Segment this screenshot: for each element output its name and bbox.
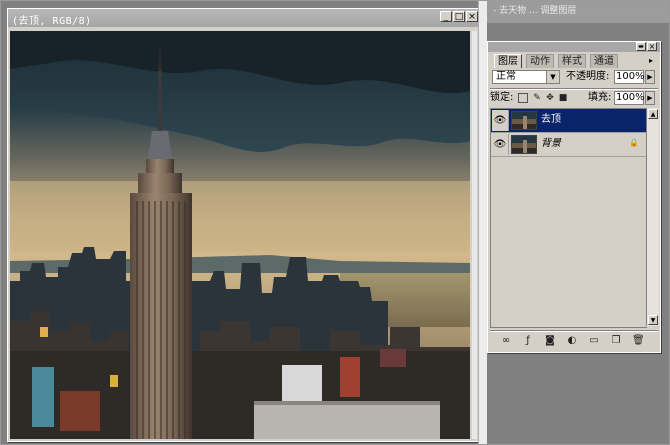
document-scrollbar[interactable] (472, 31, 477, 439)
scroll-up-icon[interactable]: ▲ (648, 109, 658, 119)
lock-fill-row: 锁定: ✎ ✥ ■ 填充: 100% ▶ (490, 91, 658, 107)
divider (490, 88, 658, 90)
tab-styles[interactable]: 样式 (558, 54, 586, 68)
layer-thumbnail (511, 111, 537, 130)
palette-bottom-bar: ∞ ƒ ◙ ◐ ▭ ❐ 🗑 (490, 334, 658, 348)
palette-window-buttons: ▬ × (636, 42, 657, 51)
eye-icon[interactable]: 👁 (492, 134, 509, 155)
blend-opacity-row: 正常 ▼ 不透明度: 100% ▶ (490, 70, 658, 86)
workspace-scrollbar[interactable] (478, 1, 487, 444)
image-canvas[interactable] (10, 31, 470, 439)
mask-icon[interactable]: ◙ (544, 335, 556, 347)
lock-transparency-icon[interactable] (518, 93, 528, 103)
palette-minimize-button[interactable]: ▬ (636, 42, 646, 51)
blend-mode-value: 正常 (496, 71, 516, 82)
tab-layers[interactable]: 图层 (494, 54, 522, 68)
layer-thumbnail (511, 135, 537, 154)
tab-channels[interactable]: 通道 (590, 54, 618, 68)
maximize-button[interactable]: □ (453, 11, 465, 22)
scroll-down-icon[interactable]: ▼ (648, 315, 658, 325)
fill-arrow-icon[interactable]: ▶ (645, 91, 655, 105)
app-frame: (去顶, RGB/8) _ □ × - 去天物 ... 调整图层 ▬ × 图层 … (0, 0, 670, 445)
document-window-buttons: _ □ × (440, 11, 478, 22)
city-skyline-photo (10, 31, 470, 439)
link-icon[interactable]: ∞ (500, 335, 512, 347)
tab-actions[interactable]: 动作 (526, 54, 554, 68)
top-strip-text: - 去天物 ... 调整图层 (493, 6, 577, 16)
divider (490, 330, 658, 332)
palette-titlebar[interactable]: ▬ × (488, 42, 660, 52)
lock-icon: 🔒 (629, 138, 639, 147)
chevron-down-icon: ▼ (546, 71, 559, 83)
palette-menu-icon[interactable]: ▸ (646, 56, 656, 66)
top-panel-strip: - 去天物 ... 调整图层 (487, 1, 669, 23)
trash-icon[interactable]: 🗑 (632, 335, 645, 347)
layer-name: 去顶 (541, 114, 561, 125)
folder-icon[interactable]: ▭ (588, 335, 600, 347)
move-icon[interactable]: ✥ (545, 93, 555, 103)
layers-scrollbar[interactable]: ▲ ▼ (646, 108, 659, 326)
layer-row-bei-jing[interactable]: 👁 背景 🔒 (491, 133, 647, 157)
fill-label: 填充: (588, 92, 612, 103)
new-layer-icon[interactable]: ❐ (610, 335, 622, 347)
document-window: (去顶, RGB/8) _ □ × (7, 8, 479, 442)
document-titlebar[interactable]: (去顶, RGB/8) _ □ × (8, 9, 478, 27)
layer-row-qu-ding[interactable]: 👁 去顶 (491, 109, 647, 133)
opacity-arrow-icon[interactable]: ▶ (645, 70, 655, 84)
eye-icon[interactable]: 👁 (492, 110, 509, 131)
lock-label: 锁定: (490, 92, 514, 103)
lock-icon[interactable]: ■ (558, 93, 568, 103)
brush-icon[interactable]: ✎ (532, 93, 542, 103)
opacity-label: 不透明度: (566, 71, 610, 82)
layer-name: 背景 (541, 138, 561, 149)
blend-mode-select[interactable]: 正常 ▼ (492, 70, 560, 84)
opacity-input[interactable]: 100% (614, 70, 645, 84)
document-title: (去顶, RGB/8) (12, 16, 92, 27)
adjustment-icon[interactable]: ◐ (566, 335, 578, 347)
palette-close-button[interactable]: × (647, 42, 657, 51)
layer-style-icon[interactable]: ƒ (522, 335, 534, 347)
layers-palette: ▬ × 图层 动作 样式 通道 ▸ 正常 ▼ 不透明度: 100% ▶ 锁定: … (487, 41, 661, 353)
layers-list: 👁 去顶 👁 背景 🔒 (490, 108, 647, 328)
fill-input[interactable]: 100% (614, 91, 645, 105)
minimize-button[interactable]: _ (440, 11, 452, 22)
close-button[interactable]: × (466, 11, 478, 22)
palette-tabs: 图层 动作 样式 通道 ▸ (490, 54, 658, 68)
